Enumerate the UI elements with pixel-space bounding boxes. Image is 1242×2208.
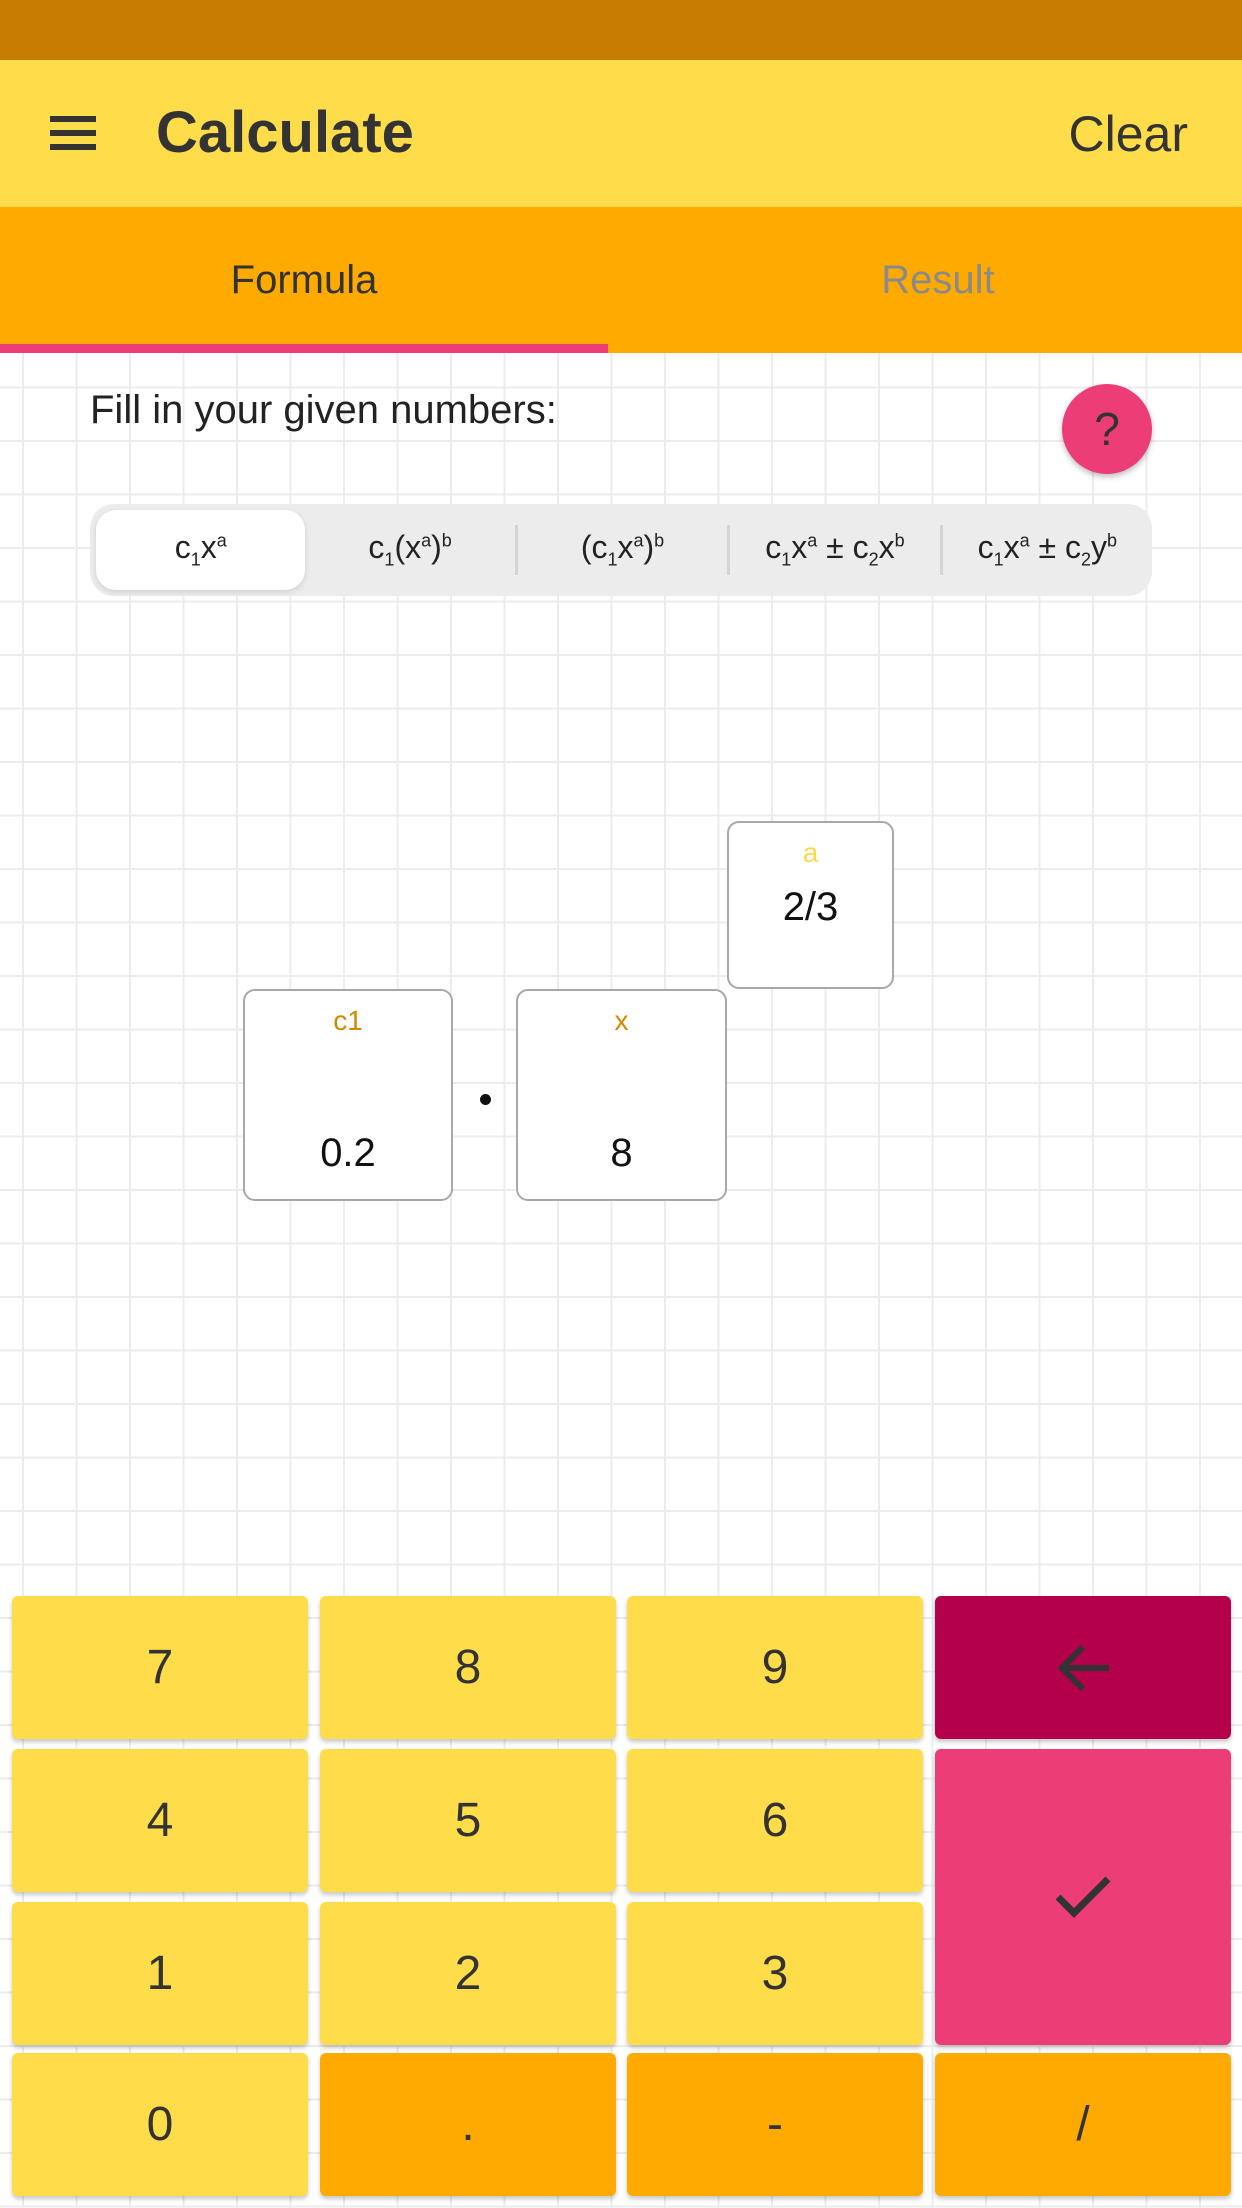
formula-label: (c1xa)b [580,529,665,570]
hamburger-menu-icon[interactable] [50,114,104,154]
formula-option-c1xa-pm-c2yb[interactable]: c1xa ± c2yb [943,510,1152,590]
arrow-left-icon [1057,1644,1109,1691]
key-6[interactable]: 6 [627,1749,923,1892]
key-0[interactable]: 0 [12,2053,308,2196]
tab-formula[interactable]: Formula [0,207,608,353]
field-label: c1 [333,1005,363,1036]
formula-option-c1xab[interactable]: c1(xa)b [305,510,514,590]
tab-result[interactable]: Result [634,207,1242,353]
key-3[interactable]: 3 [627,1902,923,2045]
exponent-a-input[interactable]: a 2/3 [727,821,894,989]
clear-button[interactable]: Clear [1069,104,1188,164]
confirm-button[interactable] [935,1749,1231,2045]
checkmark-icon [1055,1876,1111,1918]
formula-label: c1(xa)b [368,529,452,570]
key-7[interactable]: 7 [12,1596,308,1739]
formula-label: c1xa [174,529,227,570]
key-decimal[interactable]: . [320,2053,616,2196]
app-title: Calculate [156,100,414,165]
key-9[interactable]: 9 [627,1596,923,1739]
formula-option-c1xa-pm-c2xb[interactable]: c1xa ± c2xb [730,510,939,590]
formula-label: c1xa ± c2yb [977,529,1118,570]
key-4[interactable]: 4 [12,1749,308,1892]
key-1[interactable]: 1 [12,1902,308,2045]
menu-line [50,130,96,136]
base-x-input[interactable]: x 8 [516,989,727,1201]
key-2[interactable]: 2 [320,1902,616,2045]
menu-line [50,144,96,150]
coefficient-c1-input[interactable]: c1 0.2 [243,989,453,1201]
field-value: 8 [610,1131,633,1175]
question-mark-icon: ? [1094,403,1120,455]
field-label: x [614,1005,629,1036]
key-5[interactable]: 5 [320,1749,616,1892]
tab-selected-indicator [0,344,608,353]
multiply-operator [480,1094,491,1105]
instruction-text: Fill in your given numbers: [90,388,557,432]
formula-option-c1xa[interactable]: c1xa [96,510,306,590]
app-bar: Calculate Clear [0,60,1242,207]
tab-bar: Formula Result [0,207,1242,353]
menu-line [50,116,96,122]
backspace-button[interactable] [935,1596,1231,1739]
field-label: a [802,837,819,868]
key-minus[interactable]: - [627,2053,923,2196]
formula-label: c1xa ± c2xb [765,529,905,570]
key-fraction[interactable]: / [935,2053,1231,2196]
field-value: 0.2 [320,1131,376,1175]
field-value: 2/3 [782,885,839,929]
status-bar [0,0,1242,60]
formula-option-c1xa-b[interactable]: (c1xa)b [518,510,727,590]
formula-selector: c1xa c1(xa)b (c1xa)b c1xa ± c2xb c1xa ± … [90,504,1152,596]
help-button[interactable]: ? [1062,384,1152,474]
key-8[interactable]: 8 [320,1596,616,1739]
